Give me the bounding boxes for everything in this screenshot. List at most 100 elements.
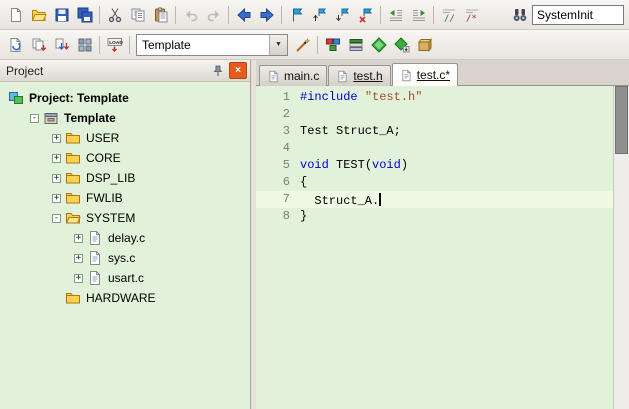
indent-right-button[interactable] <box>407 4 430 26</box>
bookmark-clear-button[interactable] <box>354 4 377 26</box>
tab-test-c[interactable]: test.c* <box>391 63 459 86</box>
tree-expander[interactable]: + <box>52 173 61 183</box>
tree-item-hardware[interactable]: HARDWARE <box>0 288 250 308</box>
translate-icon <box>8 37 24 53</box>
indent-right-icon <box>411 7 427 23</box>
tab-test-h[interactable]: test.h <box>328 65 391 86</box>
code-line-5[interactable]: 5 void TEST(void) <box>256 157 613 174</box>
paste-button[interactable] <box>149 4 172 26</box>
toolbar-separator <box>281 5 282 24</box>
find-input[interactable] <box>532 4 624 25</box>
pack-installer-icon <box>393 36 410 53</box>
project-tree: Project: Template - Template + USER + CORE + DSP… <box>0 82 250 409</box>
cut-button[interactable] <box>103 4 126 26</box>
file-icon <box>400 69 413 82</box>
code-line-7[interactable]: 7 Struct_A. <box>256 191 613 208</box>
tree-expander[interactable]: + <box>74 233 83 243</box>
tree-expander[interactable]: + <box>52 153 61 163</box>
line-text: Test Struct_A; <box>300 124 401 138</box>
code-line-6[interactable]: 6{ <box>256 174 613 191</box>
find-in-files-icon <box>512 7 528 23</box>
component-viewer-icon <box>417 37 433 53</box>
new-file-button[interactable] <box>4 4 27 26</box>
tree-item-delay-c[interactable]: + delay.c <box>0 228 250 248</box>
tree-item-project-template[interactable]: Project: Template <box>0 88 250 108</box>
chevron-down-icon[interactable]: ▼ <box>269 34 287 55</box>
tree-item-core[interactable]: + CORE <box>0 148 250 168</box>
bookmark-prev-button[interactable] <box>308 4 331 26</box>
toolbar-separator <box>99 5 100 24</box>
tree-item-label: Template <box>64 111 116 125</box>
batch-build-icon <box>77 37 93 53</box>
load-button[interactable]: LOAD <box>103 34 126 56</box>
open-folder-button[interactable] <box>27 4 50 26</box>
code-line-1[interactable]: 1 #include "test.h" <box>256 89 613 106</box>
comment-icon: // <box>441 7 457 23</box>
manage-project-items-button[interactable] <box>321 34 344 56</box>
tree-item-dsp-lib[interactable]: + DSP_LIB <box>0 168 250 188</box>
project-icon <box>8 90 25 106</box>
translate-button[interactable] <box>4 34 27 56</box>
line-number: 8 <box>282 209 290 223</box>
batch-build-button[interactable] <box>73 34 96 56</box>
manage-books-button[interactable] <box>344 34 367 56</box>
folder-icon <box>65 290 82 306</box>
build-button[interactable] <box>27 34 50 56</box>
nav-back-button[interactable] <box>232 4 255 26</box>
tree-item-user[interactable]: + USER <box>0 128 250 148</box>
scrollbar-thumb[interactable] <box>615 86 628 154</box>
copy-icon <box>130 7 146 23</box>
file-icon <box>87 230 104 246</box>
code-line-4[interactable]: 4 <box>256 140 613 157</box>
tab-main-c[interactable]: main.c <box>259 65 328 86</box>
close-panel-button[interactable]: × <box>229 62 247 79</box>
tree-item-system[interactable]: - SYSTEM <box>0 208 250 228</box>
rebuild-button[interactable] <box>50 34 73 56</box>
folder-icon <box>65 170 82 186</box>
copy-button[interactable] <box>126 4 149 26</box>
editor-vscrollbar[interactable] <box>613 86 629 409</box>
tree-expander[interactable]: + <box>52 133 61 143</box>
manage-rte-button[interactable] <box>367 34 390 56</box>
pack-installer-button[interactable] <box>390 34 413 56</box>
target-combobox[interactable]: Template ▼ <box>136 33 288 56</box>
indent-left-button[interactable] <box>384 4 407 26</box>
tree-item-sys-c[interactable]: + sys.c <box>0 248 250 268</box>
find-in-files-button[interactable] <box>508 4 531 26</box>
tree-item-fwlib[interactable]: + FWLIB <box>0 188 250 208</box>
tree-expander[interactable]: + <box>74 253 83 263</box>
folder-icon <box>65 130 82 146</box>
tree-expander[interactable]: - <box>30 113 39 123</box>
tree-expander[interactable]: - <box>52 213 61 223</box>
line-text: { <box>300 175 308 189</box>
folder-open-icon <box>65 210 82 226</box>
folder-icon <box>65 190 82 206</box>
bookmark-next-button[interactable] <box>331 4 354 26</box>
uncomment-button[interactable]: /* <box>460 4 483 26</box>
uncomment-icon: /* <box>464 7 480 23</box>
manage-project-items-icon <box>325 37 341 53</box>
tree-expander[interactable]: + <box>74 273 83 283</box>
build-toolbar: LOAD Template ▼ <box>0 30 629 60</box>
save-button[interactable] <box>50 4 73 26</box>
text-caret <box>379 193 381 206</box>
tree-expander[interactable]: + <box>52 193 61 203</box>
tree-item-label: DSP_LIB <box>86 171 136 185</box>
bookmark-button[interactable] <box>285 4 308 26</box>
file-icon <box>87 270 104 286</box>
component-viewer-button[interactable] <box>413 34 436 56</box>
code-line-8[interactable]: 8} <box>256 208 613 225</box>
options-for-target-button[interactable] <box>291 34 314 56</box>
tree-item-template[interactable]: - Template <box>0 108 250 128</box>
line-number: 3 <box>282 124 290 138</box>
editor-area: main.c test.h test.c* 1 #include "test.h" 2 3… <box>256 60 629 409</box>
tree-item-label: Project: Template <box>29 91 129 105</box>
save-all-button[interactable] <box>73 4 96 26</box>
nav-forward-button[interactable] <box>255 4 278 26</box>
code-area[interactable]: 1 #include "test.h" 2 3 Test Struct_A; 4 5 void… <box>256 86 613 409</box>
code-line-3[interactable]: 3 Test Struct_A; <box>256 123 613 140</box>
tree-item-usart-c[interactable]: + usart.c <box>0 268 250 288</box>
code-line-2[interactable]: 2 <box>256 106 613 123</box>
pin-button[interactable] <box>210 63 226 78</box>
comment-button[interactable]: // <box>437 4 460 26</box>
